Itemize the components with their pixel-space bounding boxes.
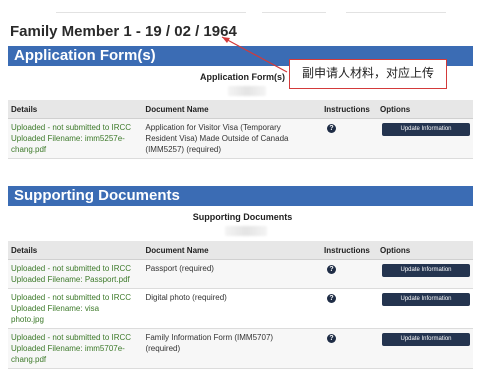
document-name-cont: Resident Visa) Made Outside of Canada (145, 134, 289, 143)
top-divider (16, 12, 446, 14)
supporting-documents-header: Supporting Documents (8, 186, 473, 206)
col-details: Details (8, 241, 143, 260)
table-row: Uploaded - not submitted to IRCC Uploade… (8, 328, 473, 369)
table-header-row: Details Document Name Instructions Optio… (8, 100, 473, 119)
update-information-button[interactable]: Update Information (382, 264, 470, 277)
question-circle-icon[interactable]: ? (327, 294, 337, 303)
instructions-cell: ? (321, 118, 377, 159)
col-instructions: Instructions (321, 241, 377, 260)
question-circle-icon[interactable]: ? (327, 124, 337, 133)
col-options: Options (377, 241, 473, 260)
document-name-cell: Digital photo (required) (142, 288, 322, 329)
uploaded-filename: Uploaded Filename: visa (11, 304, 100, 313)
col-document-name: Document Name (142, 241, 322, 260)
update-information-button[interactable]: Update Information (382, 293, 470, 306)
document-name-cont: (IMM5257) (required) (145, 145, 221, 154)
upload-status: Uploaded - not submitted to IRCC (11, 333, 132, 342)
document-name-cell: Application for Visitor Visa (Temporary … (142, 118, 322, 159)
upload-status-cell: Uploaded - not submitted to IRCC Uploade… (8, 328, 143, 369)
question-circle-icon[interactable]: ? (327, 265, 337, 274)
uploaded-filename: Uploaded Filename: imm5707e- (11, 344, 125, 353)
supporting-documents-table: Details Document Name Instructions Optio… (8, 241, 473, 369)
upload-status-cell: Uploaded - not submitted to IRCC Uploade… (8, 288, 143, 329)
instructions-cell: ? (321, 259, 377, 289)
options-cell: Update Information (377, 328, 473, 369)
upload-status-cell: Uploaded - not submitted to IRCC Uploade… (8, 259, 143, 289)
document-name: Passport (required) (145, 264, 214, 273)
document-name: Family Information Form (IMM5707) (145, 333, 274, 342)
instructions-cell: ? (321, 328, 377, 369)
upload-status: Uploaded - not submitted to IRCC (11, 123, 132, 132)
upload-status: Uploaded - not submitted to IRCC (11, 264, 132, 273)
blurred-text (225, 226, 267, 236)
document-name-cell: Family Information Form (IMM5707) (requi… (142, 328, 322, 369)
upload-status: Uploaded - not submitted to IRCC (11, 293, 132, 302)
uploaded-filename-cont: chang.pdf (11, 355, 47, 364)
document-name: Digital photo (required) (145, 293, 227, 302)
col-document-name: Document Name (142, 100, 322, 119)
options-cell: Update Information (377, 118, 473, 159)
table-row: Uploaded - not submitted to IRCC Uploade… (8, 288, 473, 329)
uploaded-filename-cont: chang.pdf (11, 145, 47, 154)
family-member-title: Family Member 1 - 19 / 02 / 1964 (10, 23, 237, 40)
question-circle-icon[interactable]: ? (327, 334, 337, 343)
update-information-button[interactable]: Update Information (382, 123, 470, 136)
annotation-callout: 副申请人材料，对应上传 (289, 59, 447, 89)
document-name-cell: Passport (required) (142, 259, 322, 289)
instructions-cell: ? (321, 288, 377, 329)
table-row: Uploaded - not submitted to IRCC Uploade… (8, 259, 473, 289)
application-forms-table: Details Document Name Instructions Optio… (8, 100, 473, 159)
update-information-button[interactable]: Update Information (382, 333, 470, 346)
options-cell: Update Information (377, 259, 473, 289)
col-instructions: Instructions (321, 100, 377, 119)
col-options: Options (377, 100, 473, 119)
document-name-cont: (required) (145, 344, 181, 353)
upload-status-cell: Uploaded - not submitted to IRCC Uploade… (8, 118, 143, 159)
blurred-text (228, 86, 266, 96)
document-name: Application for Visitor Visa (Temporary (145, 123, 281, 132)
table-header-row: Details Document Name Instructions Optio… (8, 241, 473, 260)
uploaded-filename: Uploaded Filename: Passport.pdf (11, 275, 130, 284)
table-row: Uploaded - not submitted to IRCC Uploade… (8, 118, 473, 159)
col-details: Details (8, 100, 143, 119)
uploaded-filename-cont: photo.jpg (11, 315, 44, 324)
application-forms-caption: Application Form(s) (200, 72, 285, 82)
uploaded-filename: Uploaded Filename: imm5257e- (11, 134, 125, 143)
supporting-documents-caption: Supporting Documents (192, 212, 293, 222)
options-cell: Update Information (377, 288, 473, 329)
